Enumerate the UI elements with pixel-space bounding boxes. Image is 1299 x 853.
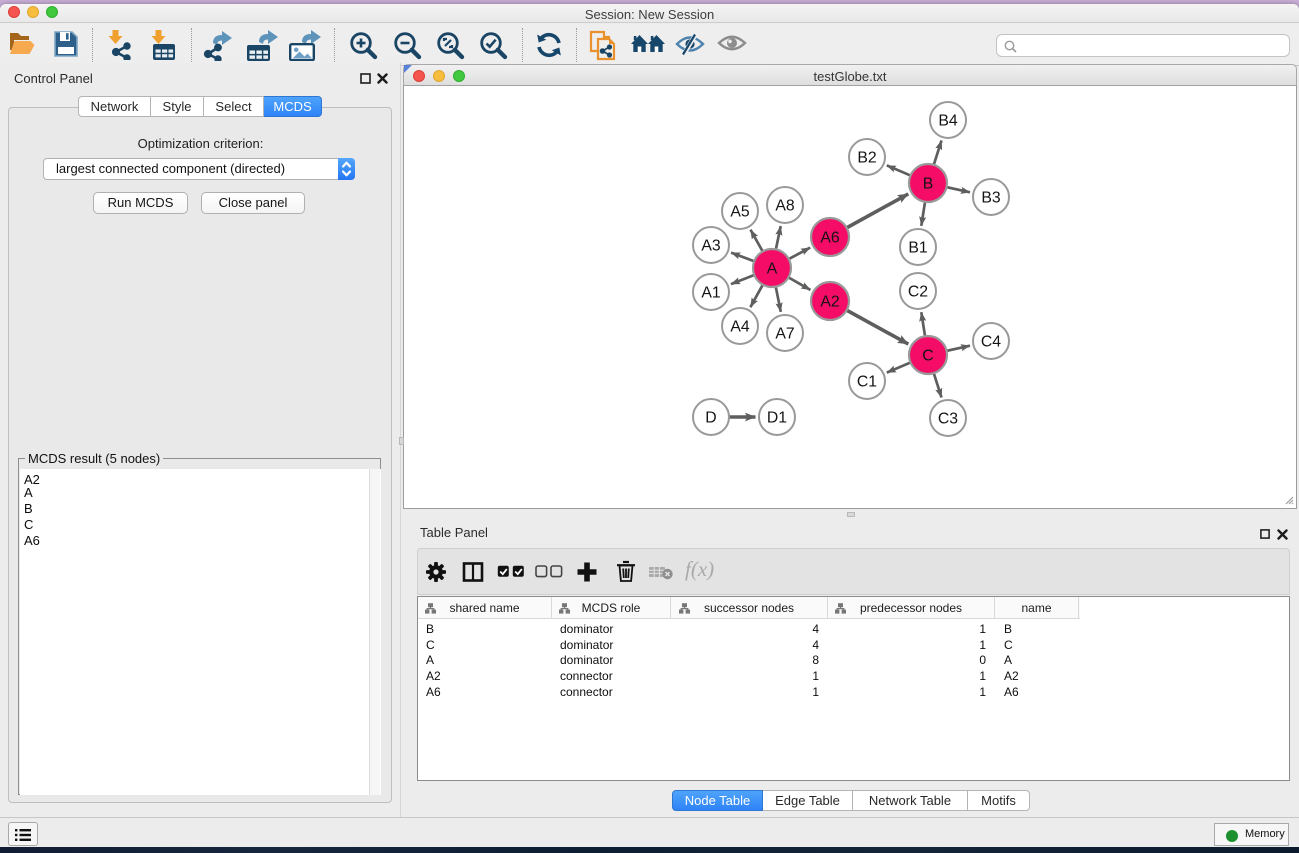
svg-text:D: D — [705, 410, 716, 427]
svg-text:A2: A2 — [820, 294, 839, 311]
svg-text:B4: B4 — [938, 113, 958, 130]
svg-text:C: C — [922, 348, 933, 365]
svg-text:D1: D1 — [767, 410, 787, 427]
svg-text:C2: C2 — [908, 284, 928, 301]
svg-text:A3: A3 — [701, 238, 721, 255]
svg-text:B2: B2 — [857, 150, 876, 167]
svg-text:A8: A8 — [775, 198, 795, 215]
svg-text:C4: C4 — [981, 334, 1001, 351]
svg-text:B1: B1 — [908, 240, 928, 257]
svg-text:C1: C1 — [857, 374, 877, 391]
svg-text:B3: B3 — [981, 190, 1001, 207]
svg-text:A4: A4 — [730, 319, 750, 336]
svg-text:A: A — [767, 261, 778, 278]
svg-text:A5: A5 — [730, 204, 750, 221]
svg-text:A6: A6 — [820, 230, 840, 247]
svg-text:A1: A1 — [701, 285, 721, 302]
svg-text:A7: A7 — [775, 326, 794, 343]
svg-text:C3: C3 — [938, 411, 958, 428]
svg-text:B: B — [923, 176, 934, 193]
